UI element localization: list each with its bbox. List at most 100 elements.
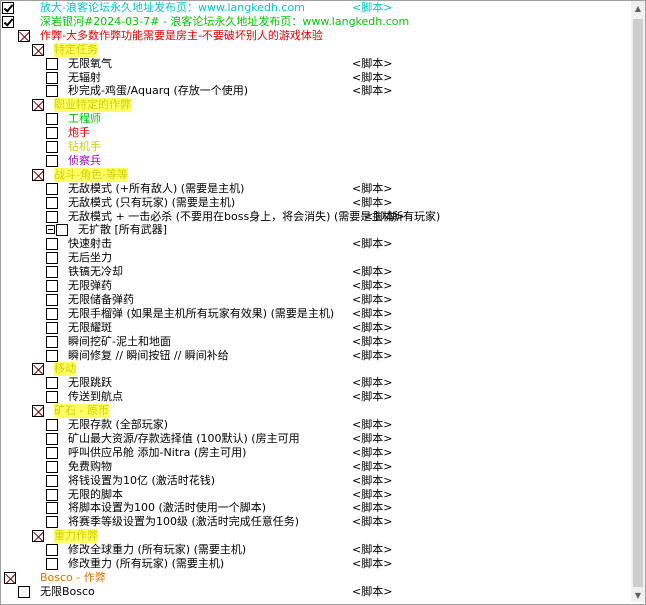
table-row[interactable]: 职业特定的作弊 <box>0 98 630 113</box>
table-row[interactable]: 移动 <box>0 362 630 377</box>
table-row[interactable]: 特定任务 <box>0 42 630 57</box>
entry-checkbox[interactable] <box>46 558 58 570</box>
scroll-thumb[interactable] <box>633 19 643 587</box>
group-checkbox[interactable] <box>32 530 44 543</box>
entry-checkbox[interactable] <box>56 224 68 237</box>
table-row[interactable]: 工程师 <box>0 112 630 126</box>
table-row[interactable]: 无限储备弹药 <脚本> <box>0 293 630 307</box>
table-row[interactable]: 将脚本设置为100 (激活时使用一个脚本) <脚本> <box>0 501 630 515</box>
table-row[interactable]: 无限的脚本 <脚本> <box>0 488 630 502</box>
entry-checkbox[interactable] <box>46 307 58 320</box>
entry-checkbox[interactable] <box>46 544 58 557</box>
entry-checkbox[interactable] <box>46 419 58 431</box>
table-row[interactable]: 钻机手 <box>0 140 630 154</box>
table-row[interactable]: 无敌模式 (只有玩家) (需要是主机) <脚本> <box>0 196 630 210</box>
table-row[interactable]: 无敌模式 + 一击必杀 (不要用在boss身上，将会消失) (需要是主机) <脚本… <box>0 210 630 224</box>
scroll-up-arrow-icon[interactable]: ▲ <box>631 1 645 15</box>
vertical-scrollbar[interactable]: ▲ ▼ <box>631 1 645 602</box>
group-checkbox[interactable] <box>32 99 44 112</box>
entry-checkbox[interactable] <box>46 113 58 126</box>
table-row[interactable]: 将钱设置为10亿 (激活时花钱) <脚本> <box>0 474 630 488</box>
table-row[interactable]: 秒完成-鸡蛋/Aquarq (存放一个使用) <脚本> <box>0 84 630 98</box>
table-row[interactable]: 无限存款 (全部玩家) <脚本> <box>0 418 630 432</box>
entry-checkbox[interactable] <box>46 391 58 404</box>
table-row[interactable]: 无限手榴弹 (如果是主机所有玩家有效果) (需要是主机) <脚本> <box>0 307 630 321</box>
table-row[interactable]: 无后坐力 <box>0 251 630 265</box>
table-row[interactable]: 无限耀斑 <脚本> <box>0 321 630 335</box>
entry-checkbox[interactable] <box>46 460 58 473</box>
table-row[interactable]: 无辐射 <脚本> <box>0 71 630 85</box>
entry-description: 无限氧气 <box>68 56 112 70</box>
entry-checkbox[interactable] <box>46 85 58 98</box>
table-row[interactable]: 传送到航点 <脚本> <box>0 390 630 404</box>
entry-checkbox[interactable] <box>46 321 58 334</box>
entry-value: <脚本> <box>352 390 393 404</box>
entry-checkbox[interactable] <box>46 474 58 487</box>
table-row[interactable]: 矿山最大资源/存款选择值 (100默认) (房主可用 <脚本> <box>0 432 630 446</box>
scroll-down-arrow-icon[interactable]: ▼ <box>631 588 645 602</box>
table-row[interactable]: 无限跳跃 <脚本> <box>0 376 630 390</box>
group-checkbox[interactable] <box>32 168 44 181</box>
entry-checkbox[interactable] <box>46 210 58 223</box>
table-row[interactable]: 深岩银河#2024-03-7# - 浪客论坛永久地址发布页：www.langke… <box>0 15 630 29</box>
entry-description: 移动 <box>54 362 76 377</box>
table-row[interactable]: 修改重力 (所有玩家) (需要主机) <脚本> <box>0 557 630 571</box>
table-row[interactable]: 呼叫供应吊舱 添加-Nitra (房主可用) <脚本> <box>0 446 630 460</box>
entry-checkbox[interactable] <box>46 196 58 209</box>
table-row[interactable]: 作弊-大多数作弊功能需要是房主-不要破坏别人的游戏体验 <box>0 29 630 43</box>
entry-checkbox[interactable] <box>46 154 58 167</box>
entry-checkbox[interactable] <box>46 266 58 279</box>
table-row[interactable]: 将赛季等级设置为100级 (激活时完成任意任务) <脚本> <box>0 515 630 529</box>
table-row[interactable]: Bosco - 作弊 <box>0 571 630 585</box>
entry-description: 秒完成-鸡蛋/Aquarq (存放一个使用) <box>68 84 249 98</box>
entry-checkbox[interactable] <box>46 377 58 390</box>
entry-description: 修改全球重力 (所有玩家) (需要主机) <box>68 543 247 557</box>
entry-checkbox[interactable] <box>46 141 58 153</box>
entry-description: 无限储备弹药 <box>68 292 134 306</box>
table-row[interactable]: 战斗-角色-等等 <box>0 167 630 182</box>
entry-checkbox[interactable] <box>46 57 58 70</box>
entry-value: <脚本> <box>352 56 393 70</box>
entry-checkbox[interactable] <box>46 127 58 140</box>
table-row[interactable]: 无扩散 [所有武器] <box>0 223 630 237</box>
table-row[interactable]: 修改全球重力 (所有玩家) (需要主机) <脚本> <box>0 543 630 557</box>
entry-checkbox[interactable] <box>46 252 58 265</box>
table-row[interactable]: 瞬间修复 // 瞬间按钮 // 瞬间补给 <脚本> <box>0 349 630 363</box>
entry-checkbox[interactable] <box>2 2 14 14</box>
table-row[interactable]: 放大-浪客论坛永久地址发布页：www.langkedh.com <脚本> <box>0 1 630 15</box>
table-row[interactable]: 重力作弊 <box>0 529 630 544</box>
table-row[interactable]: 侦察兵 <box>0 154 630 168</box>
entry-checkbox[interactable] <box>46 238 58 251</box>
entry-description: 瞬间挖矿-泥土和地面 <box>68 334 171 348</box>
table-row[interactable]: 矿石 - 原币 <box>0 404 630 419</box>
entry-checkbox[interactable] <box>46 182 58 195</box>
table-row[interactable]: 铁镐无冷却 <脚本> <box>0 265 630 279</box>
table-row[interactable]: 免费购物 <脚本> <box>0 460 630 474</box>
entry-checkbox[interactable] <box>46 293 58 306</box>
table-row[interactable]: 无敌模式 (+所有敌人) (需要是主机) <脚本> <box>0 182 630 196</box>
entry-checkbox[interactable] <box>46 71 58 84</box>
entry-checkbox[interactable] <box>46 349 58 362</box>
group-checkbox[interactable] <box>32 405 44 418</box>
table-row[interactable]: 瞬间挖矿-泥土和地面 <脚本> <box>0 335 630 349</box>
group-checkbox[interactable] <box>4 571 16 584</box>
entry-checkbox[interactable] <box>46 335 58 348</box>
table-row[interactable]: 炮手 <box>0 126 630 140</box>
group-checkbox[interactable] <box>18 29 30 42</box>
entry-checkbox[interactable] <box>46 488 58 501</box>
group-checkbox[interactable] <box>32 43 44 56</box>
table-row[interactable]: 无限弹药 <脚本> <box>0 279 630 293</box>
entry-checkbox[interactable] <box>18 585 30 598</box>
entry-checkbox[interactable] <box>46 516 58 529</box>
table-row[interactable]: 无限氧气 <脚本> <box>0 57 630 71</box>
entry-checkbox[interactable] <box>46 432 58 445</box>
entry-checkbox[interactable] <box>46 446 58 459</box>
collapse-toggle-icon[interactable] <box>46 225 55 235</box>
entry-checkbox[interactable] <box>2 15 14 28</box>
entry-checkbox[interactable] <box>46 280 58 292</box>
group-checkbox[interactable] <box>32 363 44 376</box>
table-row[interactable]: 无限Bosco <脚本> <box>0 585 630 599</box>
entry-description: 无限Bosco <box>40 584 95 598</box>
table-row[interactable]: 快速射击 <脚本> <box>0 237 630 251</box>
entry-checkbox[interactable] <box>46 502 58 515</box>
